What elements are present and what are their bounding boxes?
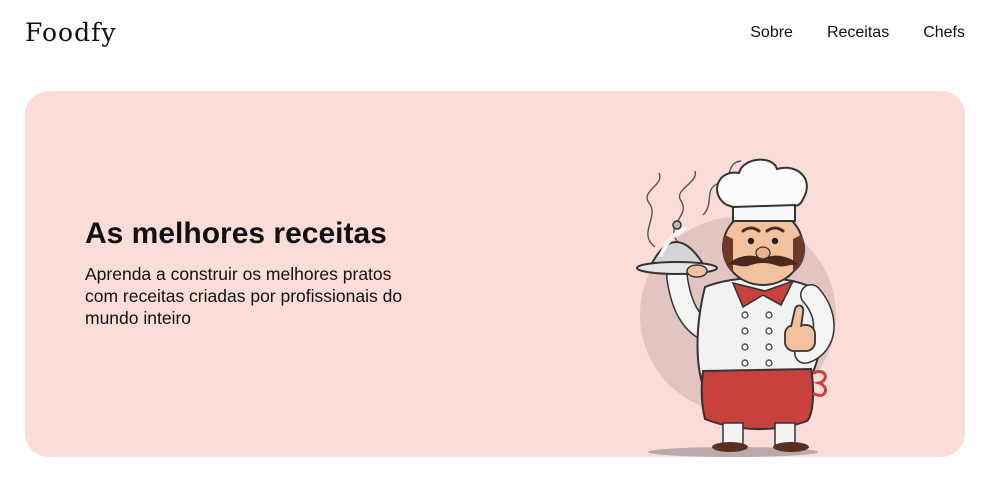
chef-illustration: [636, 158, 836, 457]
nav-link-sobre[interactable]: Sobre: [750, 24, 793, 42]
nav-link-chefs[interactable]: Chefs: [923, 24, 965, 42]
site-logo[interactable]: Foodfy: [25, 18, 116, 47]
hero-description: Aprenda a construir os melhores pratos c…: [85, 264, 403, 328]
nav-link-receitas[interactable]: Receitas: [827, 24, 889, 42]
hero-title: As melhores receitas: [85, 217, 387, 250]
site-header: Foodfy Sobre Receitas Chefs: [0, 0, 991, 70]
main-nav: Sobre Receitas Chefs: [750, 24, 965, 42]
hero-banner: As melhores receitas Aprenda a construir…: [25, 91, 965, 457]
